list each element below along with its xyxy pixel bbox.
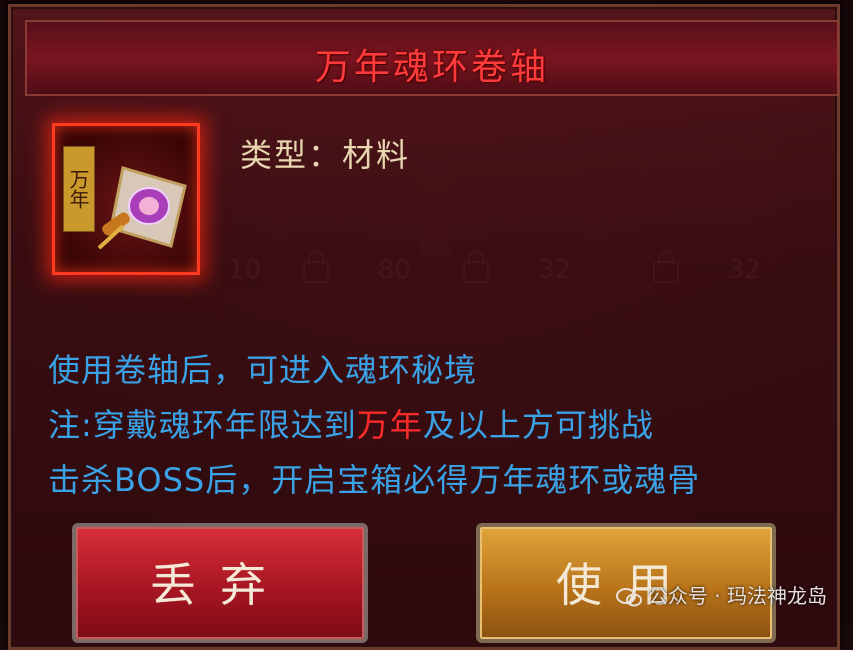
description-line-1: 使用卷轴后，可进入魂环秘境 bbox=[48, 351, 478, 389]
item-grade-badge: 万年 bbox=[63, 146, 95, 232]
item-title: 万年魂环卷轴 bbox=[314, 47, 549, 88]
requirement-text-end: 及以上方可挑战 bbox=[422, 406, 654, 444]
wechat-icon bbox=[615, 588, 642, 607]
requirement-highlight: 万年 bbox=[356, 406, 423, 444]
description-line-2: 注:穿戴魂环年限达到万年及以上方可挑战 bbox=[48, 400, 654, 446]
watermark-text: 公众号 · 玛法神龙岛 bbox=[647, 584, 827, 608]
item-icon-frame[interactable]: 万年 bbox=[52, 123, 200, 275]
item-type: 类型：材料 bbox=[240, 136, 411, 174]
title-bar: 万年魂环卷轴 bbox=[25, 20, 839, 96]
watermark: 公众号 · 玛法神龙岛 bbox=[615, 580, 827, 609]
scroll-icon bbox=[97, 166, 187, 250]
description-line-3: 击杀BOSS后，开启宝箱必得万年魂环或魂骨 bbox=[48, 461, 701, 499]
requirement-text: 注:穿戴魂环年限达到 bbox=[48, 406, 357, 444]
discard-button[interactable]: 丢弃 bbox=[72, 523, 368, 643]
